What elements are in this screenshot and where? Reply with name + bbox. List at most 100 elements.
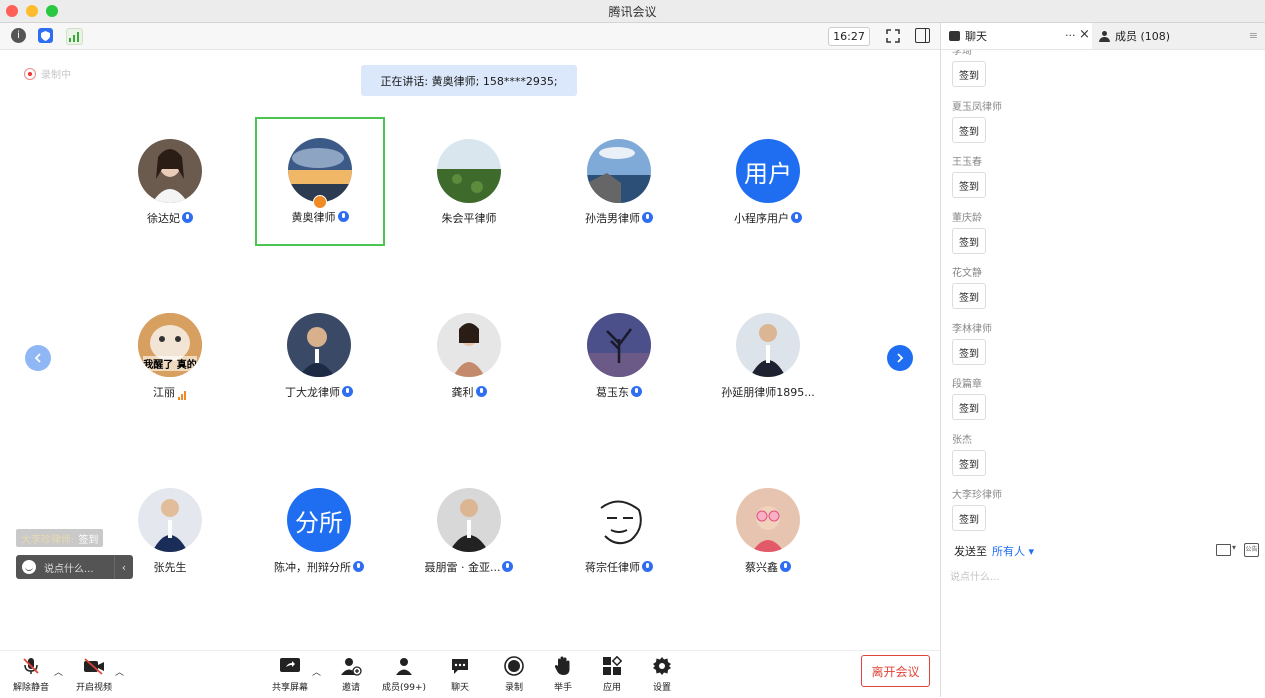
meeting-controls: 解除静音 ︿ 开启视频 ︿ 共享屏幕 ︿ 邀请 成员(99+) 聊天 录制 举手…: [0, 650, 940, 698]
members-icon: [374, 655, 434, 677]
participant-name-text: 葛玉东: [596, 386, 629, 399]
participant-tile-active-speaker[interactable]: 黄奥律师: [255, 117, 385, 246]
share-screen-button[interactable]: 共享屏幕: [260, 655, 320, 693]
message-sender: 段篇章: [952, 379, 982, 390]
add-person-icon: [321, 655, 381, 677]
folder-icon[interactable]: [1216, 544, 1231, 556]
participant-tile[interactable]: 聂朋雷 · 金亚...: [405, 467, 533, 595]
participant-name-text: 孙延朋律师1895...: [721, 386, 815, 399]
floating-chat-input[interactable]: 说点什么... ‹: [16, 555, 133, 579]
close-icon[interactable]: ×: [1079, 27, 1090, 42]
participant-tile[interactable]: 龚利: [405, 292, 533, 420]
microphone-icon: [342, 386, 353, 397]
participant-name: 朱会平律师: [405, 210, 533, 226]
list-item: 李琦 签到: [952, 50, 986, 87]
audio-options-caret-icon[interactable]: ︿: [54, 665, 63, 678]
previous-page-button[interactable]: [25, 345, 51, 371]
participant-tile[interactable]: 葛玉东: [555, 292, 683, 420]
unmute-button[interactable]: 解除静音: [1, 655, 61, 693]
participant-name-text: 蒋宗任律师: [585, 561, 640, 574]
participant-name: 聂朋雷 · 金亚...: [405, 559, 533, 575]
list-item: 董庆龄 签到: [952, 209, 986, 254]
toggle-side-panel-icon[interactable]: [915, 28, 930, 43]
participant-tile[interactable]: 分所 陈冲，刑辩分所: [255, 467, 383, 595]
list-item: 王玉春 签到: [952, 153, 986, 198]
participant-tile[interactable]: 用户 小程序用户: [704, 118, 832, 246]
participant-tile[interactable]: 蔡兴鑫: [704, 467, 832, 595]
leave-meeting-button[interactable]: 离开会议: [861, 655, 930, 687]
recording-label: 录制中: [41, 70, 71, 81]
participant-name: 丁大龙律师: [255, 384, 383, 400]
avatar: 用户: [736, 139, 800, 203]
invite-button[interactable]: 邀请: [321, 655, 381, 693]
gear-icon: [632, 655, 692, 677]
more-options-icon[interactable]: ···: [1065, 29, 1076, 42]
share-options-caret-icon[interactable]: ︿: [312, 665, 321, 678]
settings-label: 设置: [652, 683, 671, 693]
announcement-icon[interactable]: 公告: [1244, 543, 1259, 557]
avatar: [437, 313, 501, 377]
chat-button[interactable]: 聊天: [430, 655, 490, 693]
avatar: 我醒了 真的: [138, 313, 202, 377]
participant-name: 葛玉东: [555, 384, 683, 400]
message-bubble: 签到: [952, 394, 986, 420]
members-button[interactable]: 成员(99+): [374, 655, 434, 693]
video-options-caret-icon[interactable]: ︿: [115, 665, 124, 678]
security-shield-icon[interactable]: [38, 28, 53, 43]
participant-name-text: 江丽: [153, 386, 175, 399]
host-badge-icon: [313, 195, 327, 209]
chevron-down-icon[interactable]: ▾: [1232, 543, 1236, 552]
info-icon[interactable]: i: [11, 28, 26, 43]
network-signal-icon[interactable]: [66, 28, 83, 45]
share-screen-icon: [260, 655, 320, 677]
participant-tile[interactable]: 蒋宗任律师: [555, 467, 683, 595]
participant-tile[interactable]: 徐达妃: [106, 118, 234, 246]
participant-name-text: 小程序用户: [734, 212, 789, 225]
participant-name: 徐达妃: [106, 210, 234, 226]
participant-name-text: 蔡兴鑫: [745, 561, 778, 574]
microphone-icon: [475, 386, 487, 397]
participant-name: 孙浩男律师: [555, 210, 683, 226]
participant-name: 小程序用户: [704, 210, 832, 226]
participant-tile[interactable]: 孙浩男律师: [555, 118, 683, 246]
next-page-button[interactable]: [887, 345, 913, 371]
participant-tile[interactable]: 孙延朋律师1895...: [704, 292, 832, 420]
settings-button[interactable]: 设置: [632, 655, 692, 693]
participant-name-text: 陈冲，刑辩分所: [274, 561, 351, 574]
participant-name: 黄奥律师: [257, 209, 383, 225]
participant-tile[interactable]: 丁大龙律师: [255, 292, 383, 420]
chat-input[interactable]: 说点什么...: [950, 568, 1000, 583]
participant-name: 龚利: [405, 384, 533, 400]
participant-tile[interactable]: 我醒了 真的 江丽: [106, 292, 234, 420]
side-panel: 聊天 ··· × 成员 (108) ≡ 李琦 签到 夏玉凤律师 签到 王玉春 签…: [940, 23, 1265, 697]
fullscreen-icon[interactable]: [886, 28, 900, 43]
recording-dot-icon: [24, 67, 36, 80]
microphone-icon: [642, 212, 653, 223]
message-bubble: 签到: [952, 172, 986, 198]
participant-tile[interactable]: 朱会平律师: [405, 118, 533, 246]
menu-icon[interactable]: ≡: [1249, 29, 1258, 42]
tab-members-label: 成员 (108): [1115, 30, 1171, 43]
message-sender: 夏玉凤律师: [952, 102, 1002, 113]
avatar: [736, 313, 800, 377]
collapse-chevron-icon[interactable]: ‹: [115, 561, 133, 574]
chat-label: 聊天: [450, 683, 469, 693]
list-item: 李林律师 签到: [952, 320, 992, 365]
microphone-muted-icon: [1, 655, 61, 677]
participant-name-text: 龚利: [451, 386, 474, 399]
emoji-icon[interactable]: [22, 560, 36, 574]
message-bubble: 签到: [952, 117, 986, 143]
participant-name-text: 丁大龙律师: [285, 386, 340, 399]
tab-members[interactable]: 成员 (108) ≡: [1092, 23, 1265, 49]
unmute-label: 解除静音: [12, 683, 49, 693]
floating-chat-text: 签到: [78, 534, 99, 546]
message-bubble: 签到: [952, 228, 986, 254]
avatar: [736, 488, 800, 552]
microphone-icon: [502, 561, 514, 572]
chat-message-list[interactable]: 李琦 签到 夏玉凤律师 签到 王玉春 签到 董庆龄 签到 花文静 签到 李林律师…: [941, 50, 1265, 536]
avatar: [288, 138, 352, 202]
microphone-icon: [631, 386, 642, 397]
send-to-dropdown[interactable]: 所有人 ▾: [992, 543, 1034, 559]
share-screen-label: 共享屏幕: [271, 683, 308, 693]
message-bubble: 签到: [952, 283, 986, 309]
